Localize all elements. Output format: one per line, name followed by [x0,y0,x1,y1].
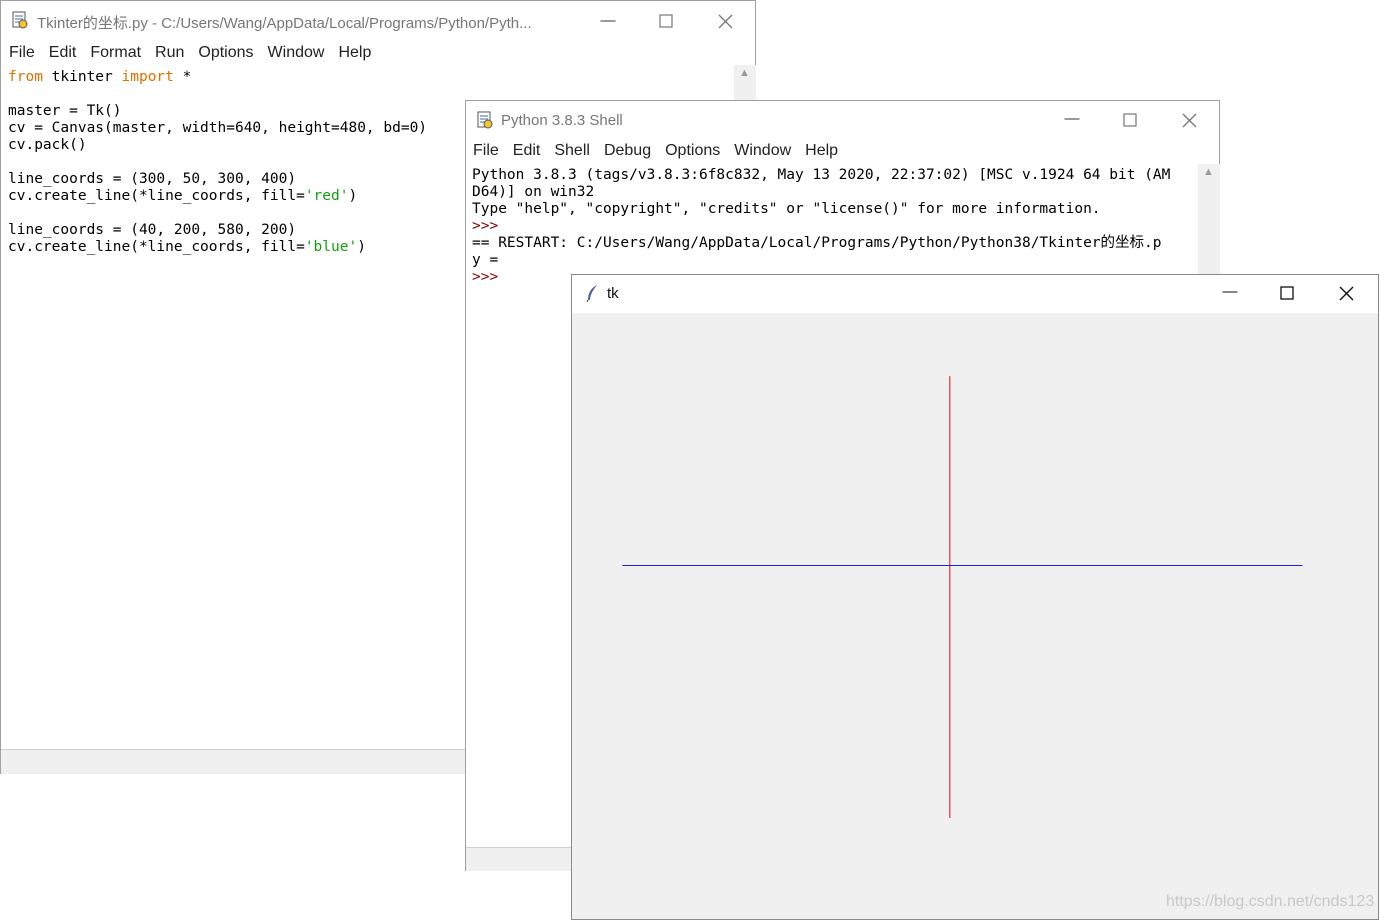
shell-title: Python 3.8.3 Shell [501,112,623,129]
editor-menu-window[interactable]: Window [268,44,325,62]
shell-output-line: Python 3.8.3 (tags/v3.8.3:6f8c832, May 1… [472,167,1171,183]
close-icon[interactable] [1338,285,1356,303]
shell-menubar: File Edit Shell Debug Options Window Help [466,139,1219,163]
editor-menubar: File Edit Format Run Options Window Help [1,41,755,65]
maximize-icon[interactable] [1122,112,1140,130]
shell-titlebar[interactable]: Python 3.8.3 Shell — [466,101,1219,139]
shell-menu-help[interactable]: Help [805,142,838,160]
tk-window: tk — https://blog.csdn.net/cnds123 [571,274,1379,920]
scroll-up-arrow-icon[interactable]: ▲ [1203,166,1214,178]
tk-titlebar[interactable]: tk — [572,275,1378,313]
shell-output-line: y = [472,252,499,268]
editor-menu-help[interactable]: Help [338,44,371,62]
tk-canvas[interactable] [572,313,1378,919]
maximize-icon[interactable] [658,13,676,31]
minimize-icon[interactable]: — [1063,110,1081,128]
python-shell-icon [477,111,493,129]
editor-title: Tkinter的坐标.py - C:/Users/Wang/AppData/Lo… [37,15,532,32]
editor-titlebar[interactable]: Tkinter的坐标.py - C:/Users/Wang/AppData/Lo… [1,1,755,41]
tk-title: tk [607,285,619,302]
shell-menu-file[interactable]: File [473,142,499,160]
shell-output-line: D64)] on win32 [472,184,595,200]
watermark: https://blog.csdn.net/cnds123 [1166,893,1375,910]
close-icon[interactable] [1181,112,1199,130]
minimize-icon[interactable]: — [599,12,617,30]
shell-menu-edit[interactable]: Edit [513,142,541,160]
editor-menu-options[interactable]: Options [198,44,253,62]
editor-menu-edit[interactable]: Edit [49,44,77,62]
maximize-icon[interactable] [1279,285,1297,303]
shell-prompt: >>> [472,218,507,234]
minimize-icon[interactable]: — [1221,283,1239,301]
shell-menu-debug[interactable]: Debug [604,142,651,160]
editor-menu-format[interactable]: Format [90,44,141,62]
close-icon[interactable] [717,13,735,31]
shell-output-line: Type "help", "copyright", "credits" or "… [472,201,1101,217]
editor-menu-run[interactable]: Run [155,44,184,62]
tk-feather-icon [586,285,597,302]
editor-menu-file[interactable]: File [9,44,35,62]
idle-file-icon [12,11,28,29]
shell-menu-window[interactable]: Window [734,142,791,160]
code-line: from tkinter import * [8,69,192,85]
shell-menu-shell[interactable]: Shell [554,142,590,160]
scroll-up-arrow-icon[interactable]: ▲ [739,67,750,79]
shell-menu-options[interactable]: Options [665,142,720,160]
shell-output-line: == RESTART: C:/Users/Wang/AppData/Local/… [472,235,1162,251]
